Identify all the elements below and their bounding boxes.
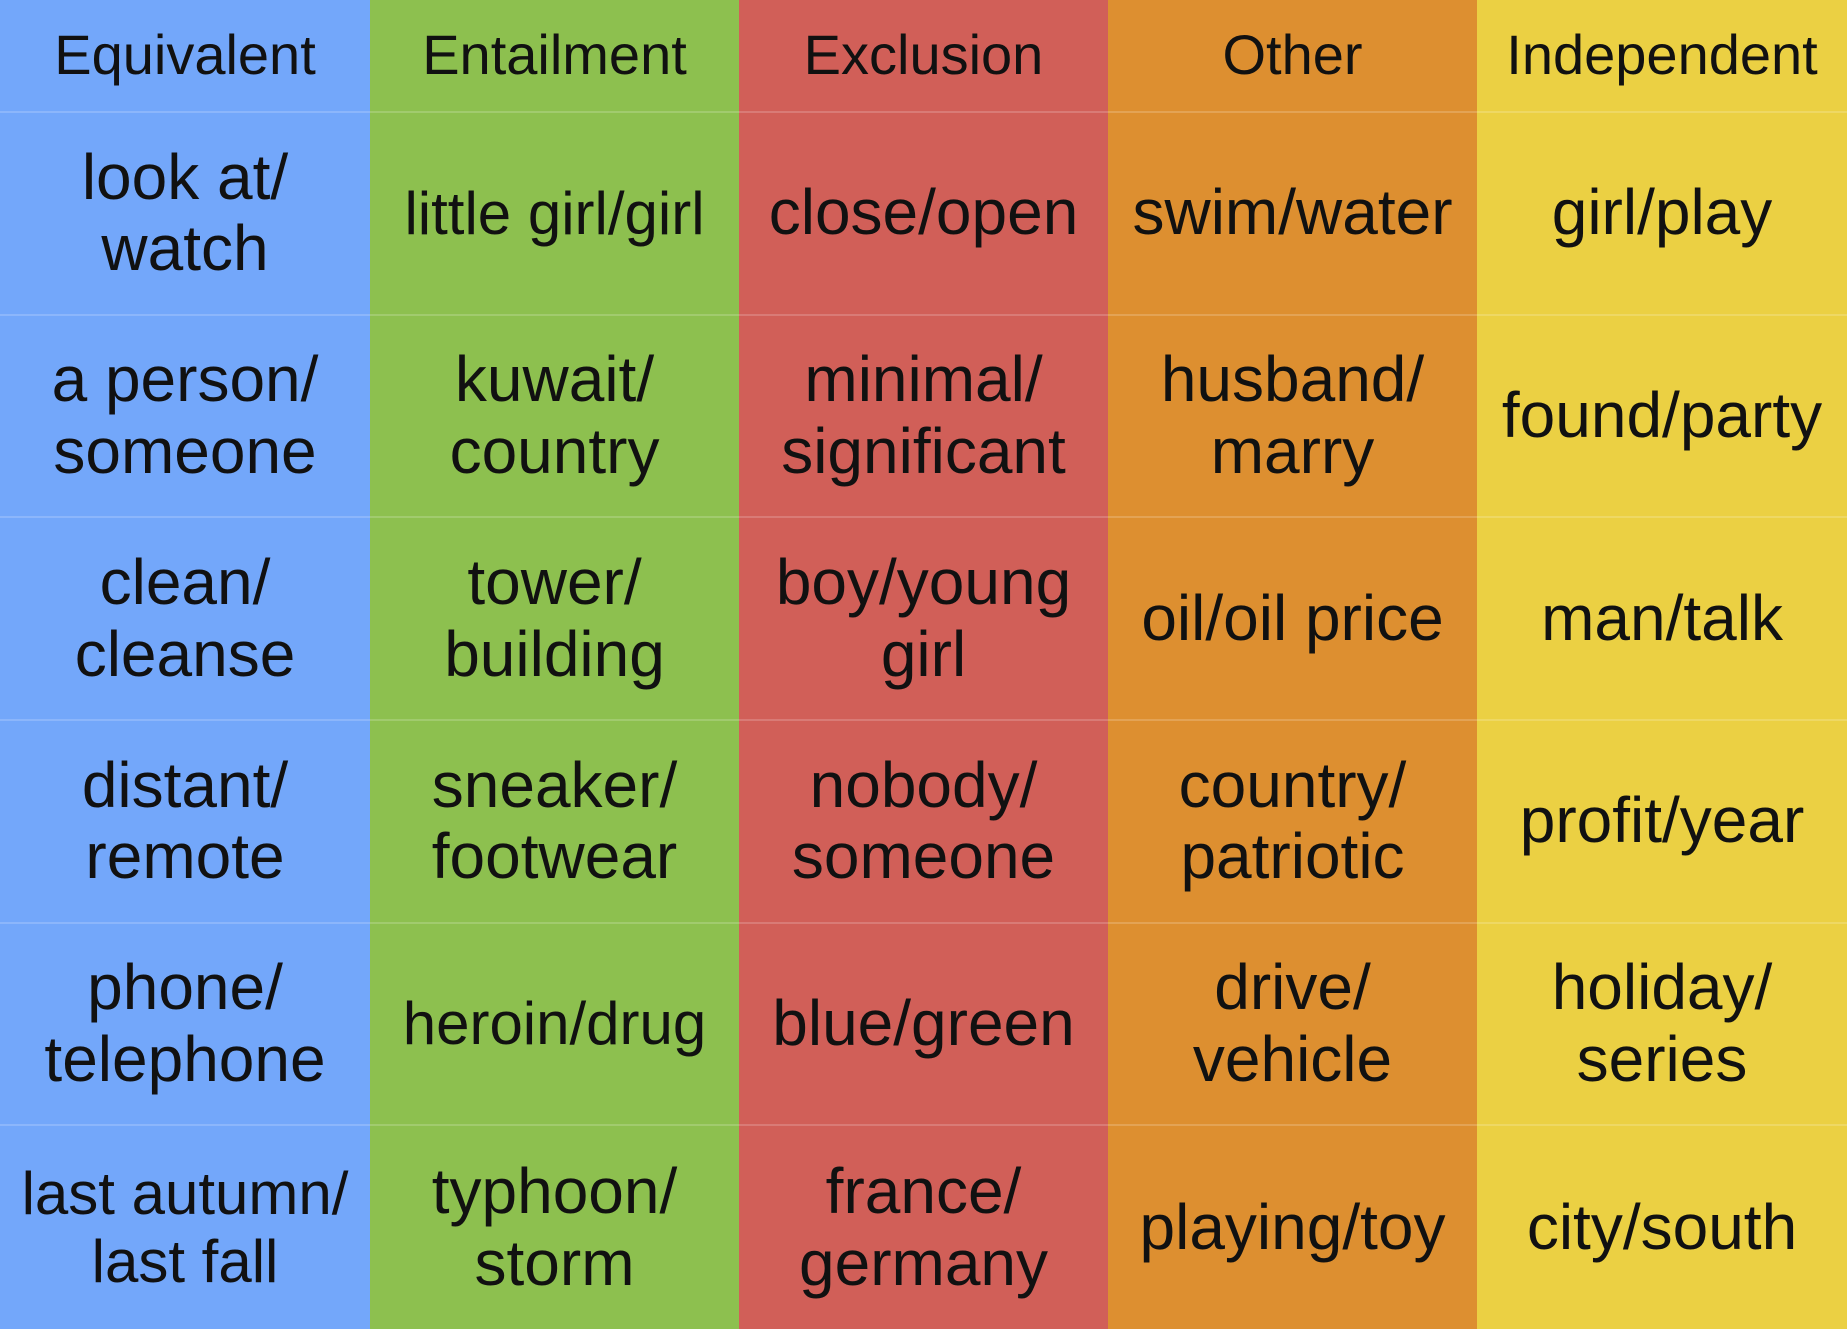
header-exclusion: Exclusion <box>739 0 1108 113</box>
table-cell: holiday/ series <box>1477 924 1847 1127</box>
table-cell: close/open <box>739 113 1108 316</box>
table-cell: heroin/drug <box>370 924 739 1127</box>
table-cell: kuwait/ country <box>370 316 739 519</box>
column-equivalent: Equivalent look at/ watch a person/ some… <box>0 0 370 1329</box>
table-cell: distant/ remote <box>0 721 370 924</box>
table-cell: swim/water <box>1108 113 1477 316</box>
table-cell: country/ patriotic <box>1108 721 1477 924</box>
table-cell: minimal/ significant <box>739 316 1108 519</box>
header-equivalent: Equivalent <box>0 0 370 113</box>
column-exclusion: Exclusion close/open minimal/ significan… <box>739 0 1108 1329</box>
table-cell: girl/play <box>1477 113 1847 316</box>
table-cell: look at/ watch <box>0 113 370 316</box>
table-cell: phone/ telephone <box>0 924 370 1127</box>
table-cell: france/ germany <box>799 1154 1048 1299</box>
header-independent: Independent <box>1477 0 1847 113</box>
table-cell: clean/ cleanse <box>0 518 370 721</box>
column-entailment: Entailment little girl/girl kuwait/ coun… <box>370 0 739 1329</box>
table-cell: little girl/girl <box>370 113 739 316</box>
table-cell: typhoon/ storm <box>431 1154 678 1299</box>
column-independent: Independent girl/play found/party man/ta… <box>1477 0 1847 1329</box>
header-other: Other <box>1108 0 1477 113</box>
table-cell: blue/green <box>739 924 1108 1127</box>
table-cell: tower/ building <box>370 518 739 721</box>
table-cell: profit/year <box>1477 721 1847 924</box>
table-cell: oil/oil price <box>1108 518 1477 721</box>
relation-table: Equivalent look at/ watch a person/ some… <box>0 0 1847 1329</box>
table-cell: last autumn/ last fall <box>21 1160 349 1295</box>
table-cell: found/party <box>1477 316 1847 519</box>
table-cell: man/talk <box>1477 518 1847 721</box>
table-cell: boy/young girl <box>739 518 1108 721</box>
table-cell: city/south <box>1526 1190 1798 1263</box>
table-cell: drive/ vehicle <box>1108 924 1477 1127</box>
table-cell: playing/toy <box>1139 1190 1446 1263</box>
table-cell: a person/ someone <box>0 316 370 519</box>
table-cell: nobody/ someone <box>739 721 1108 924</box>
column-other: Other swim/water husband/ marry oil/oil … <box>1108 0 1477 1329</box>
header-entailment: Entailment <box>370 0 739 113</box>
table-cell: husband/ marry <box>1108 316 1477 519</box>
table-cell: sneaker/ footwear <box>370 721 739 924</box>
